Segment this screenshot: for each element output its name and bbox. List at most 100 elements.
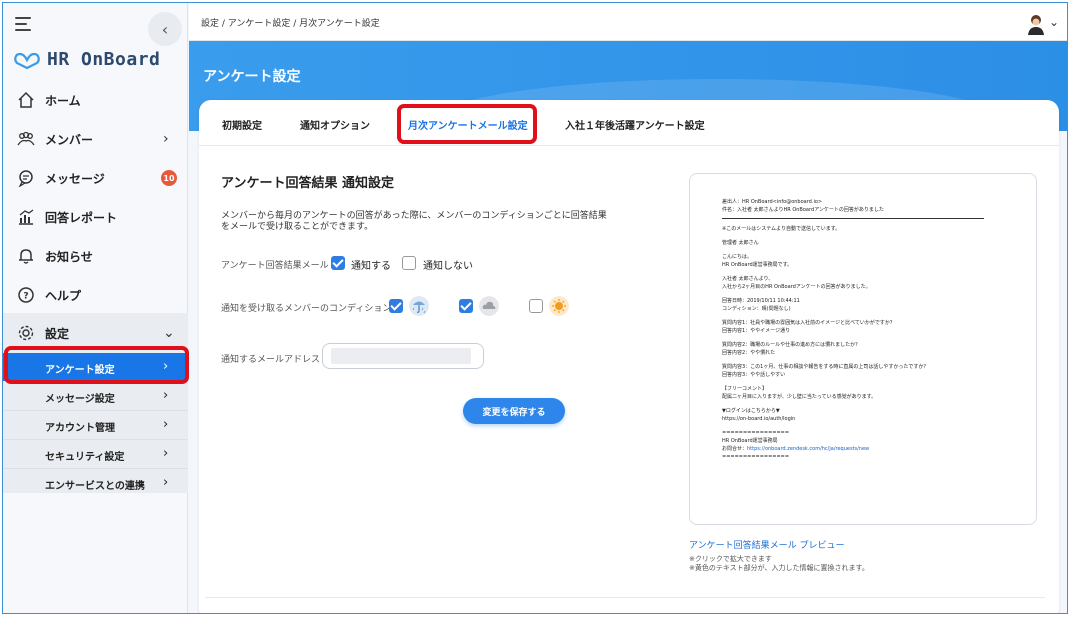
sidebar-item-home[interactable]: ホーム: [3, 82, 188, 118]
preview-line: 件名：入社者 太郎さんよりHR OnBoardアンケートの回答がありました: [722, 207, 884, 213]
chevron-right-icon: ›: [163, 475, 169, 490]
preview-line: 【フリーコメント】: [722, 386, 768, 392]
preview-line: 質問内容3：この1ヶ月、仕事の相談や報告をする時に直属の上司は話しやすかったです…: [722, 364, 929, 370]
condition-label: 通知を受け取るメンバーのコンディション: [221, 304, 392, 314]
tab-initial-settings[interactable]: 初期設定: [222, 117, 262, 132]
chevron-down-icon[interactable]: ⌄: [1049, 15, 1059, 29]
sidebar-item-label: ヘルプ: [45, 288, 82, 303]
preview-line: 入社者 太郎さんより、: [722, 276, 774, 282]
preview-line: 回答内容1：ややイメージ通り: [722, 328, 791, 334]
sidebar-item-messages[interactable]: メッセージ 10: [3, 160, 188, 196]
menu-icon[interactable]: [15, 17, 33, 33]
result-mail-label: アンケート回答結果メール: [221, 261, 329, 271]
sidebar-sub-label: メッセージ設定: [45, 394, 115, 405]
notify-checkbox[interactable]: [331, 256, 345, 270]
email-input[interactable]: [322, 343, 484, 369]
mail-preview-body: 差出人：HR OnBoard<info@onboard.io> 件名：入社者 太郎…: [722, 198, 1022, 461]
condition-rain-checkbox[interactable]: [389, 299, 403, 313]
sidebar-sub-message-settings[interactable]: メッセージ設定 ›: [3, 382, 188, 410]
preview-line: こんにちは。: [722, 254, 753, 260]
condition-sunny-checkbox[interactable]: [529, 299, 543, 313]
section-title: アンケート回答結果 通知設定: [221, 176, 395, 191]
preview-line: 質問内容1：社員や職場の雰囲気は入社前のイメージと比べていかがですか？: [722, 320, 895, 326]
sidebar-sub-label: エンサービスとの連携: [45, 481, 145, 492]
sidebar-sub-account[interactable]: アカウント管理 ›: [3, 411, 188, 439]
preview-line: 回答内容3：やや話しやすい: [722, 372, 786, 378]
sidebar-item-label: メッセージ: [45, 171, 105, 186]
chevron-right-icon: ›: [163, 388, 169, 403]
preview-line: コンディション：晴(問題なし): [722, 306, 791, 312]
home-icon: [18, 91, 34, 108]
preview-note: ※黄色のテキスト部分が、入力した情報に置換されます。: [689, 564, 869, 572]
gear-icon: [18, 325, 34, 341]
chevron-right-icon: ›: [163, 446, 169, 461]
breadcrumb: 設定 / アンケート設定 / 月次アンケート設定: [201, 19, 380, 29]
no-notify-option-label: 通知しない: [423, 261, 473, 272]
sidebar-item-help[interactable]: ? ヘルプ: [3, 277, 188, 313]
annotation-highlight: [4, 346, 189, 384]
rain-icon: [409, 296, 429, 316]
sidebar-item-reports[interactable]: 回答レポート: [3, 199, 188, 235]
sun-icon: [549, 296, 569, 316]
bell-icon: [19, 249, 33, 264]
email-value-redacted: [331, 348, 471, 364]
divider: [205, 597, 1045, 598]
save-button[interactable]: 変更を保存する: [463, 398, 565, 424]
chevron-down-icon: ⌄: [163, 325, 175, 341]
sidebar-item-label: お知らせ: [45, 249, 93, 264]
preview-line: ▼ログインはこちらから▼: [722, 408, 780, 414]
preview-line: ※このメールはシステムより自動で送信しています。: [722, 226, 841, 232]
preview-line: HR OnBoard運営事務局: [722, 438, 778, 444]
mail-preview-link[interactable]: アンケート回答結果メール プレビュー: [689, 538, 845, 551]
message-icon: [18, 170, 33, 187]
sidebar-item-label: 回答レポート: [45, 210, 118, 225]
sidebar-sub-integration[interactable]: エンサービスとの連携 ›: [3, 469, 188, 497]
preview-line: https://on-board.io/auth/login: [722, 416, 796, 422]
preview-line: 管理者 太郎さん: [722, 240, 759, 246]
cloud-icon: [479, 296, 499, 316]
preview-line: HR OnBoard運営事務局です。: [722, 262, 793, 268]
mail-preview[interactable]: 差出人：HR OnBoard<info@onboard.io> 件名：入社者 太郎…: [689, 173, 1037, 525]
sidebar-item-label: 設定: [45, 326, 70, 341]
preview-line: 回答日時：2019/10/11 10:44:11: [722, 298, 800, 304]
chevron-right-icon: ›: [163, 417, 169, 432]
annotation-highlight: [397, 104, 537, 144]
help-icon: ?: [18, 287, 34, 303]
logo-text: HR OnBoard: [47, 49, 161, 70]
preview-line: ================: [722, 454, 790, 460]
section-description: メンバーから毎月のアンケートの回答があった際に、メンバーのコンディションごとに回…: [221, 211, 607, 232]
svg-text:?: ?: [23, 292, 28, 302]
tab-one-year-survey[interactable]: 入社１年後活躍アンケート設定: [565, 117, 705, 132]
preview-divider: [722, 218, 984, 219]
collapse-sidebar-button[interactable]: ‹: [148, 12, 182, 46]
tab-bar: 初期設定 通知オプション 月次アンケートメール設定 入社１年後活躍アンケート設定: [199, 100, 1059, 146]
logo: HR OnBoard: [13, 49, 160, 70]
settings-group: 設定 ⌄ アンケート設定 › メッセージ設定 › アカウント管理 › セキュリテ…: [3, 313, 188, 493]
sidebar-item-label: ホーム: [45, 93, 81, 108]
settings-card: 初期設定 通知オプション 月次アンケートメール設定 入社１年後活躍アンケート設定…: [199, 100, 1059, 613]
sidebar-sub-security[interactable]: セキュリティ設定 ›: [3, 440, 188, 468]
sidebar-item-label: メンバー: [45, 132, 94, 147]
page-title: アンケート設定: [203, 69, 301, 85]
logo-icon: [14, 52, 40, 69]
avatar[interactable]: [1025, 13, 1047, 35]
members-icon: [17, 131, 35, 146]
preview-line: 入社から2ヶ月目のHR OnBoardアンケートの回答がありました。: [722, 284, 871, 290]
notify-option-label: 通知する: [351, 261, 391, 272]
condition-cloudy-checkbox[interactable]: [459, 299, 473, 313]
email-label: 通知するメールアドレス: [221, 355, 321, 365]
app-window: ‹ HR OnBoard ホーム メンバー › メッセージ 10 回答レポート: [2, 2, 1068, 614]
topbar: 設定 / アンケート設定 / 月次アンケート設定 ⌄: [189, 3, 1067, 41]
sidebar-sub-label: アカウント管理: [45, 423, 115, 434]
preview-line: 回答内容2：やや慣れた: [722, 350, 776, 356]
preview-line: お問合せ：https://onboard.zendesk.com/hc/ja/r…: [722, 446, 870, 452]
report-icon: [19, 209, 34, 225]
preview-line: 配属二ヶ月目に入りますが、少し壁に当たっている感覚があります。: [722, 394, 877, 400]
sidebar-item-members[interactable]: メンバー ›: [3, 121, 188, 157]
preview-line: 差出人：HR OnBoard<info@onboard.io>: [722, 199, 823, 205]
tab-notification-options[interactable]: 通知オプション: [300, 117, 370, 132]
no-notify-checkbox[interactable]: [402, 256, 416, 270]
preview-line: ================: [722, 430, 790, 436]
sidebar-item-notices[interactable]: お知らせ: [3, 238, 188, 274]
sidebar-sub-label: セキュリティ設定: [45, 452, 125, 463]
